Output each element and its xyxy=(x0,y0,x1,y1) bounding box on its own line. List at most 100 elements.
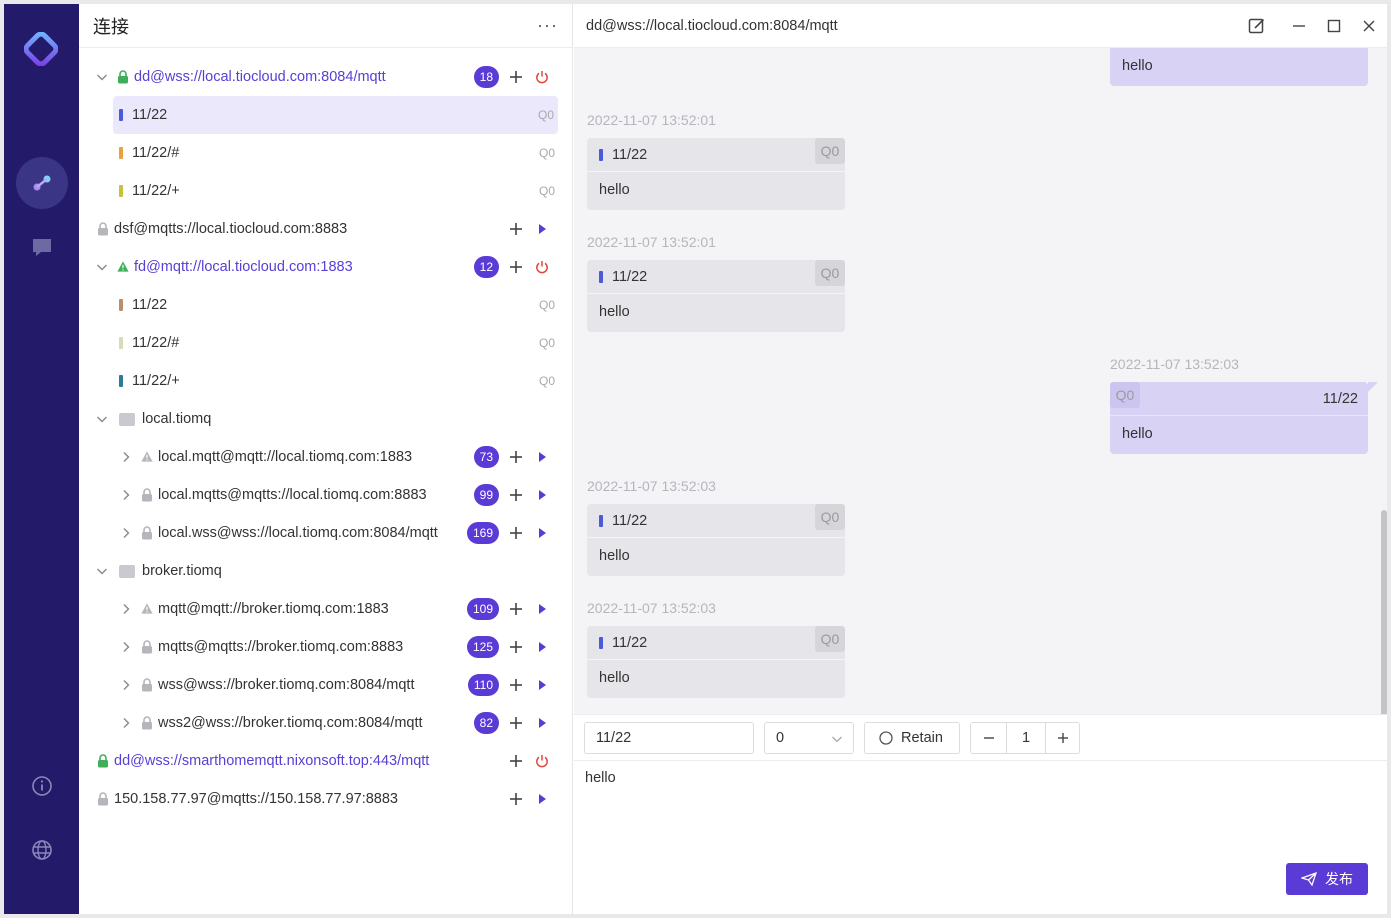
plus-icon[interactable] xyxy=(509,260,523,274)
unread-badge: 18 xyxy=(473,66,499,88)
decrement-button[interactable] xyxy=(971,723,1007,753)
topic-color-bar xyxy=(119,299,123,311)
plus-icon[interactable] xyxy=(509,754,523,768)
disconnect-button[interactable] xyxy=(535,260,549,274)
connection-item[interactable]: local.mqtt@mqtt://local.tiomq.com:1883 7… xyxy=(79,438,573,476)
connection-item[interactable]: wss2@wss://broker.tiomq.com:8084/mqtt 82 xyxy=(79,704,573,742)
topic-qos: Q0 xyxy=(538,374,555,388)
group-item[interactable]: local.tiomq xyxy=(79,400,573,438)
plus-icon[interactable] xyxy=(509,716,523,730)
connect-button[interactable] xyxy=(535,488,549,502)
plus-icon[interactable] xyxy=(509,70,523,84)
connect-button[interactable] xyxy=(535,716,549,730)
lock-icon xyxy=(97,222,109,236)
chevron-right-icon[interactable] xyxy=(119,450,133,464)
topic-item[interactable]: 11/22/# Q0 xyxy=(79,134,573,172)
message-header: dd@wss://local.tiocloud.com:8084/mqtt xyxy=(574,4,1387,48)
publish-button[interactable]: 发布 xyxy=(1286,863,1368,895)
plus-icon[interactable] xyxy=(509,678,523,692)
connect-button[interactable] xyxy=(535,640,549,654)
message-topic-label: 11/22 xyxy=(1322,390,1358,407)
topic-item[interactable]: 11/22 Q0 xyxy=(113,96,558,134)
connection-item[interactable]: fd@mqtt://local.tiocloud.com:1883 12 xyxy=(79,248,573,286)
connection-item[interactable]: wss@wss://broker.tiomq.com:8084/mqtt 110 xyxy=(79,666,573,704)
nav-connections[interactable] xyxy=(16,157,68,209)
chevron-right-icon[interactable] xyxy=(119,678,133,692)
connect-button[interactable] xyxy=(535,450,549,464)
topic-label: 11/22/# xyxy=(132,145,180,161)
retain-toggle[interactable]: Retain xyxy=(864,722,960,754)
power-icon xyxy=(536,71,548,84)
edit-icon xyxy=(1248,18,1265,34)
lock-icon xyxy=(141,678,153,692)
nav-language[interactable] xyxy=(29,837,55,863)
message-time: 2022-11-07 13:52:03 xyxy=(587,478,716,494)
topic-item[interactable]: 11/22/+ Q0 xyxy=(79,362,573,400)
publish-topic-input[interactable]: 11/22 xyxy=(584,722,754,754)
connection-item[interactable]: local.wss@wss://local.tiomq.com:8084/mqt… xyxy=(79,514,573,552)
topic-qos: Q0 xyxy=(538,336,555,350)
minimize-button[interactable] xyxy=(1290,17,1308,35)
disconnect-button[interactable] xyxy=(535,70,549,84)
nav-chat[interactable] xyxy=(29,234,55,260)
chevron-right-icon[interactable] xyxy=(119,526,133,540)
nav-info[interactable] xyxy=(29,773,55,799)
connection-item[interactable]: dsf@mqtts://local.tiocloud.com:8883 xyxy=(79,210,573,248)
disconnect-button[interactable] xyxy=(535,754,549,768)
connect-button[interactable] xyxy=(535,526,549,540)
message-topic: 11/22 xyxy=(587,138,845,172)
message-qos: Q0 xyxy=(815,626,845,652)
plus-icon[interactable] xyxy=(509,450,523,464)
connect-button[interactable] xyxy=(535,678,549,692)
topic-item[interactable]: 11/22/+ Q0 xyxy=(79,172,573,210)
connection-item[interactable]: 150.158.77.97@mqtts://150.158.77.97:8883 xyxy=(79,780,573,818)
count-value[interactable]: 1 xyxy=(1007,730,1045,746)
topic-color-bar xyxy=(119,185,123,197)
chevron-down-icon[interactable] xyxy=(95,70,109,84)
connect-button[interactable] xyxy=(535,792,549,806)
chevron-right-icon[interactable] xyxy=(119,716,133,730)
message-payload: hello xyxy=(599,182,630,198)
message-time: 2022-11-07 13:52:01 xyxy=(587,112,716,128)
connection-item[interactable]: dd@wss://local.tiocloud.com:8084/mqtt 18 xyxy=(79,58,573,96)
chevron-right-icon[interactable] xyxy=(119,602,133,616)
connect-button[interactable] xyxy=(535,602,549,616)
group-item[interactable]: broker.tiomq xyxy=(79,552,573,590)
close-button[interactable] xyxy=(1360,17,1378,35)
message-qos: Q0 xyxy=(815,138,845,164)
topic-color-bar xyxy=(119,337,123,349)
topic-color-bar xyxy=(599,636,603,649)
topic-label: 11/22 xyxy=(132,107,168,123)
message-topic-label: 11/22 xyxy=(612,634,648,651)
plus-icon[interactable] xyxy=(509,488,523,502)
plus-icon[interactable] xyxy=(509,602,523,616)
connect-button[interactable] xyxy=(535,222,549,236)
connection-label: local.mqtts@mqtts://local.tiomq.com:8883 xyxy=(158,487,427,503)
payload-editor[interactable]: hello 发布 xyxy=(574,760,1387,914)
connection-item[interactable]: mqtts@mqtts://broker.tiomq.com:8883 125 xyxy=(79,628,573,666)
qos-select[interactable]: 0 xyxy=(764,722,854,754)
message-list[interactable]: hello 2022-11-07 13:52:01 11/22 Q0 hello… xyxy=(574,48,1387,714)
more-options-button[interactable]: ··· xyxy=(537,15,558,36)
scrollbar-thumb[interactable] xyxy=(1381,510,1387,714)
connection-item[interactable]: dd@wss://smarthomemqtt.nixonsoft.top:443… xyxy=(79,742,573,780)
info-icon xyxy=(32,776,52,796)
increment-button[interactable] xyxy=(1045,723,1079,753)
chevron-down-icon[interactable] xyxy=(95,260,109,274)
lock-icon xyxy=(141,526,153,540)
connection-item[interactable]: mqtt@mqtt://broker.tiomq.com:1883 109 xyxy=(79,590,573,628)
maximize-button[interactable] xyxy=(1325,17,1343,35)
topic-item[interactable]: 11/22/# Q0 xyxy=(79,324,573,362)
plus-icon[interactable] xyxy=(509,792,523,806)
chevron-right-icon[interactable] xyxy=(119,640,133,654)
connection-tree: dd@wss://local.tiocloud.com:8084/mqtt 18… xyxy=(79,58,573,818)
topic-item[interactable]: 11/22 Q0 xyxy=(79,286,573,324)
chevron-right-icon[interactable] xyxy=(119,488,133,502)
plus-icon[interactable] xyxy=(509,526,523,540)
chevron-down-icon[interactable] xyxy=(95,564,109,578)
chevron-down-icon[interactable] xyxy=(95,412,109,426)
edit-button[interactable] xyxy=(1248,17,1266,35)
plus-icon[interactable] xyxy=(509,222,523,236)
plus-icon[interactable] xyxy=(509,640,523,654)
connection-item[interactable]: local.mqtts@mqtts://local.tiomq.com:8883… xyxy=(79,476,573,514)
